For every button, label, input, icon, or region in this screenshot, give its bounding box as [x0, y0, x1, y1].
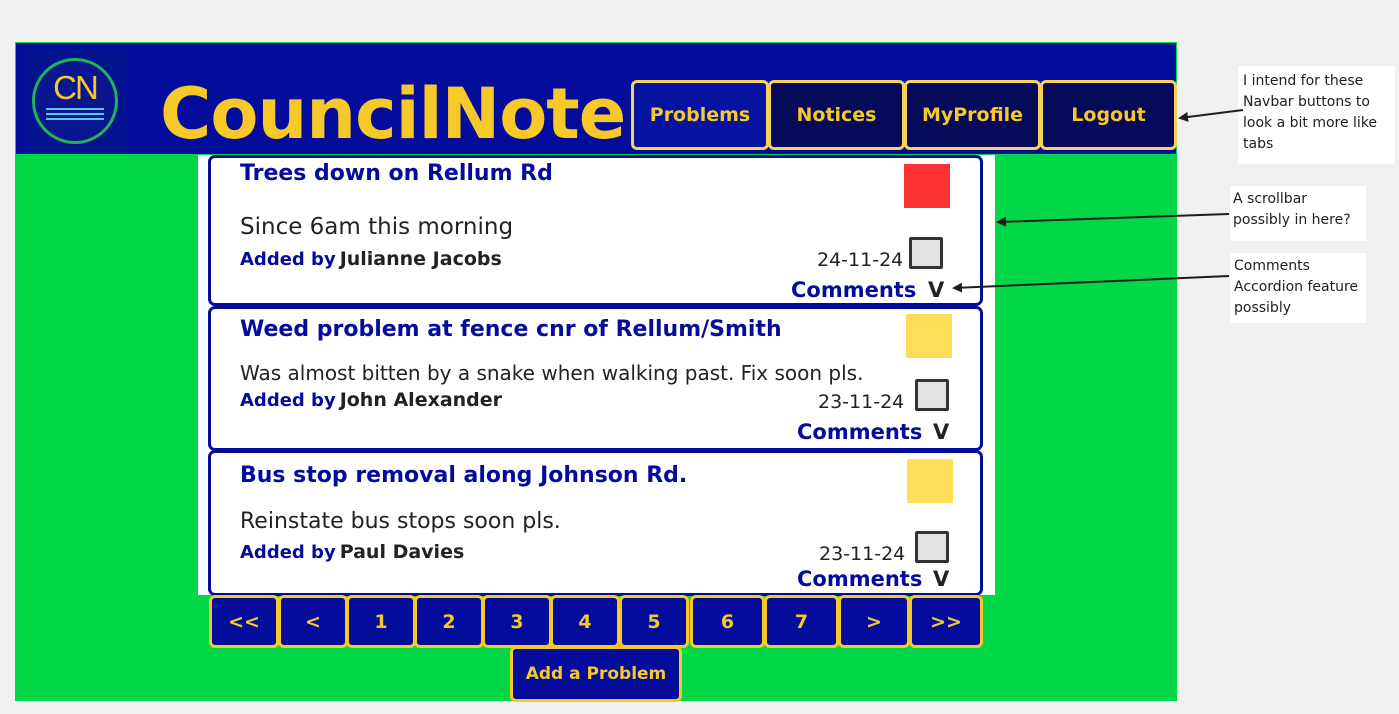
scrollbar-note: A scrollbar possibly in here? [1230, 186, 1366, 241]
brand-title: CouncilNote [160, 73, 626, 155]
added-by-label: Added by [240, 542, 336, 563]
added-by: Added by Paul Davies [240, 541, 464, 563]
comments-toggle-icon[interactable]: V [933, 420, 949, 444]
page-prev-button[interactable]: < [278, 595, 348, 648]
status-indicator [904, 164, 950, 208]
added-by: Added by John Alexander [240, 389, 502, 411]
nav-logout-button[interactable]: Logout [1040, 80, 1177, 150]
status-indicator [907, 459, 953, 503]
comments-toggle-icon[interactable]: V [933, 567, 949, 591]
logo-wave [46, 113, 104, 115]
comments-toggle-icon[interactable]: V [928, 278, 944, 302]
logo-wave [46, 118, 104, 120]
problem-description: Reinstate bus stops soon pls. [240, 509, 561, 534]
author-name: Paul Davies [339, 541, 465, 563]
logo-wave [46, 108, 104, 110]
arrow-icon [1178, 109, 1244, 122]
problem-title[interactable]: Bus stop removal along Johnson Rd. [240, 463, 687, 488]
page-1-button[interactable]: 1 [346, 595, 416, 648]
added-by-label: Added by [240, 249, 336, 270]
page-2-button[interactable]: 2 [414, 595, 484, 648]
page-7-button[interactable]: 7 [764, 595, 839, 648]
nav-notices-button[interactable]: Notices [768, 80, 905, 150]
comments-label[interactable]: Comments [797, 420, 922, 444]
nav-myprofile-button[interactable]: MyProfile [904, 80, 1041, 150]
logo-icon: CN [53, 69, 99, 106]
resolved-checkbox[interactable] [915, 379, 949, 411]
navbar-note: I intend for these Navbar buttons to loo… [1238, 66, 1395, 164]
problem-card: Trees down on Rellum Rd Since 6am this m… [208, 155, 983, 306]
page-5-button[interactable]: 5 [619, 595, 689, 648]
added-by: Added by Julianne Jacobs [240, 248, 502, 270]
author-name: Julianne Jacobs [339, 248, 502, 270]
resolved-checkbox[interactable] [915, 531, 949, 563]
added-by-label: Added by [240, 390, 336, 411]
page-last-button[interactable]: >> [909, 595, 983, 648]
page-3-button[interactable]: 3 [482, 595, 552, 648]
problem-card: Bus stop removal along Johnson Rd. Reins… [208, 450, 983, 596]
page-4-button[interactable]: 4 [550, 595, 620, 648]
author-name: John Alexander [339, 389, 503, 411]
comments-note: Comments Accordion feature possibly [1230, 253, 1366, 323]
problem-date: 24-11-24 [817, 249, 904, 271]
problem-date: 23-11-24 [819, 543, 906, 565]
page-first-button[interactable]: << [209, 595, 279, 648]
page-6-button[interactable]: 6 [690, 595, 765, 648]
problem-title[interactable]: Weed problem at fence cnr of Rellum/Smit… [240, 317, 782, 342]
comments-label[interactable]: Comments [797, 567, 922, 591]
problem-title[interactable]: Trees down on Rellum Rd [240, 161, 553, 186]
resolved-checkbox[interactable] [909, 237, 943, 269]
comments-label[interactable]: Comments [791, 278, 916, 302]
page-next-button[interactable]: > [838, 595, 910, 648]
problem-description: Since 6am this morning [240, 214, 514, 240]
problem-date: 23-11-24 [818, 391, 905, 413]
add-problem-button[interactable]: Add a Problem [510, 646, 682, 702]
problem-card: Weed problem at fence cnr of Rellum/Smit… [208, 306, 983, 451]
nav-problems-button[interactable]: Problems [631, 80, 769, 150]
problem-description: Was almost bitten by a snake when walkin… [240, 361, 864, 385]
status-indicator [906, 314, 952, 358]
